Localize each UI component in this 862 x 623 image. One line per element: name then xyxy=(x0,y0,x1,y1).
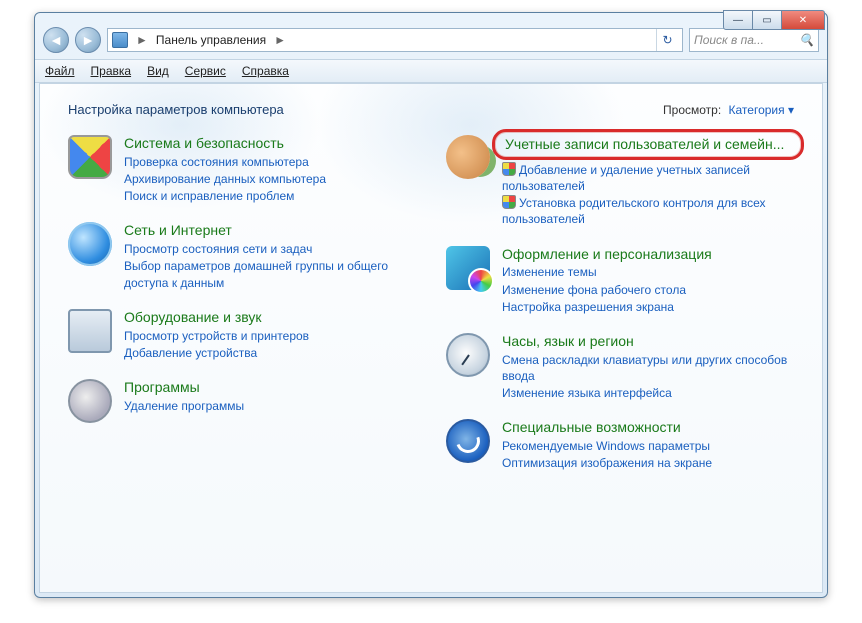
category-link[interactable]: Просмотр устройств и принтеров xyxy=(124,328,416,344)
clock-language-region-icon xyxy=(446,333,490,377)
close-button[interactable]: ✕ xyxy=(781,10,825,30)
category-link-label: Выбор параметров домашней группы и общег… xyxy=(124,259,388,289)
category-network-internet: Сеть и Интернет Просмотр состояния сети и… xyxy=(68,222,416,290)
category-ease-of-access: Специальные возможности Рекомендуемые Win… xyxy=(446,419,794,471)
minimize-button[interactable]: — xyxy=(723,10,753,30)
category-user-accounts: Учетные записи пользователей и семейн...… xyxy=(446,135,794,228)
category-clock-language-region: Часы, язык и регион Смена раскладки клави… xyxy=(446,333,794,401)
content-area: Настройка параметров компьютера Просмотр… xyxy=(39,83,823,593)
menu-help[interactable]: Справка xyxy=(242,64,289,78)
category-link[interactable]: Смена раскладки клавиатуры или других сп… xyxy=(502,352,794,384)
category-link-label: Изменение фона рабочего стола xyxy=(502,283,686,297)
breadcrumb[interactable]: Панель управления xyxy=(156,33,266,47)
chevron-down-icon: ▾ xyxy=(788,103,794,117)
category-link[interactable]: Рекомендуемые Windows параметры xyxy=(502,438,794,454)
category-title-user-accounts[interactable]: Учетные записи пользователей и семейн... xyxy=(505,136,791,153)
uac-shield-icon xyxy=(502,162,516,176)
category-link-label: Проверка состояния компьютера xyxy=(124,155,309,169)
category-title-hardware-sound[interactable]: Оборудование и звук xyxy=(124,309,416,326)
menu-edit[interactable]: Правка xyxy=(91,64,132,78)
category-hardware-sound: Оборудование и звук Просмотр устройств и … xyxy=(68,309,416,361)
category-link-label: Архивирование данных компьютера xyxy=(124,172,326,186)
category-link[interactable]: Изменение фона рабочего стола xyxy=(502,282,794,298)
back-button[interactable]: ◄ xyxy=(43,27,69,53)
category-link-label: Просмотр состояния сети и задач xyxy=(124,242,312,256)
category-programs: Программы Удаление программы xyxy=(68,379,416,423)
category-link[interactable]: Архивирование данных компьютера xyxy=(124,171,416,187)
category-link-label: Изменение языка интерфейса xyxy=(502,386,672,400)
category-link[interactable]: Изменение языка интерфейса xyxy=(502,385,794,401)
category-link-label: Удаление программы xyxy=(124,399,244,413)
menu-tools[interactable]: Сервис xyxy=(185,64,226,78)
window-buttons: — ▭ ✕ xyxy=(724,10,825,30)
titlebar[interactable] xyxy=(35,13,827,23)
category-system-security: Система и безопасность Проверка состояния… xyxy=(68,135,416,204)
programs-icon xyxy=(68,379,112,423)
category-link-label: Рекомендуемые Windows параметры xyxy=(502,439,710,453)
appearance-personalization-icon xyxy=(446,246,490,290)
category-column-right: Учетные записи пользователей и семейн...… xyxy=(446,135,794,471)
category-title-system-security[interactable]: Система и безопасность xyxy=(124,135,416,152)
category-title-network-internet[interactable]: Сеть и Интернет xyxy=(124,222,416,239)
menu-bar: Файл Правка Вид Сервис Справка xyxy=(35,59,827,83)
category-link-label: Смена раскладки клавиатуры или других сп… xyxy=(502,353,787,383)
ease-of-access-icon xyxy=(446,419,490,463)
nav-row: ◄ ► ► Панель управления ► ↻ Поиск в па..… xyxy=(35,23,827,59)
category-column-left: Система и безопасность Проверка состояния… xyxy=(68,135,416,471)
category-title-ease-of-access[interactable]: Специальные возможности xyxy=(502,419,794,436)
menu-view[interactable]: Вид xyxy=(147,64,169,78)
category-title-appearance-personalization[interactable]: Оформление и персонализация xyxy=(502,246,794,263)
category-link[interactable]: Оптимизация изображения на экране xyxy=(502,455,794,471)
view-by-dropdown[interactable]: Категория ▾ xyxy=(729,103,794,117)
forward-button[interactable]: ► xyxy=(75,27,101,53)
menu-file[interactable]: Файл xyxy=(45,64,75,78)
category-title-programs[interactable]: Программы xyxy=(124,379,416,396)
maximize-button[interactable]: ▭ xyxy=(752,10,782,30)
category-link-label: Изменение темы xyxy=(502,265,597,279)
category-link[interactable]: Изменение темы xyxy=(502,264,794,280)
category-link[interactable]: Добавление и удаление учетных записей по… xyxy=(502,162,794,194)
search-placeholder: Поиск в па... xyxy=(694,33,764,47)
hardware-sound-icon xyxy=(68,309,112,353)
category-link-label: Оптимизация изображения на экране xyxy=(502,456,712,470)
highlight-user-accounts: Учетные записи пользователей и семейн... xyxy=(492,129,804,160)
search-input[interactable]: Поиск в па... 🔍 xyxy=(689,28,819,52)
page-title: Настройка параметров компьютера xyxy=(68,102,284,117)
category-link-label: Установка родительского контроля для все… xyxy=(502,196,766,226)
category-link[interactable]: Добавление устройства xyxy=(124,345,416,361)
category-link[interactable]: Поиск и исправление проблем xyxy=(124,188,416,204)
breadcrumb-sep-icon[interactable]: ► xyxy=(274,33,286,47)
category-link-label: Просмотр устройств и принтеров xyxy=(124,329,309,343)
category-link[interactable]: Просмотр состояния сети и задач xyxy=(124,241,416,257)
control-panel-window: — ▭ ✕ ◄ ► ► Панель управления ► ↻ Поиск … xyxy=(34,12,828,598)
user-accounts-icon xyxy=(446,135,490,179)
category-link[interactable]: Проверка состояния компьютера xyxy=(124,154,416,170)
uac-shield-icon xyxy=(502,195,516,209)
search-icon[interactable]: 🔍 xyxy=(799,33,814,47)
network-internet-icon xyxy=(68,222,112,266)
category-link-label: Поиск и исправление проблем xyxy=(124,189,294,203)
category-link[interactable]: Удаление программы xyxy=(124,398,416,414)
view-by-label: Просмотр: xyxy=(663,103,721,117)
category-title-clock-language-region[interactable]: Часы, язык и регион xyxy=(502,333,794,350)
address-bar[interactable]: ► Панель управления ► ↻ xyxy=(107,28,683,52)
breadcrumb-sep-icon: ► xyxy=(136,33,148,47)
view-by: Просмотр: Категория ▾ xyxy=(663,103,794,117)
category-link-label: Настройка разрешения экрана xyxy=(502,300,674,314)
category-link[interactable]: Настройка разрешения экрана xyxy=(502,299,794,315)
category-link[interactable]: Выбор параметров домашней группы и общег… xyxy=(124,258,416,290)
category-link[interactable]: Установка родительского контроля для все… xyxy=(502,195,794,227)
control-panel-icon xyxy=(112,32,128,48)
refresh-button[interactable]: ↻ xyxy=(656,29,678,51)
system-security-icon xyxy=(68,135,112,179)
category-appearance-personalization: Оформление и персонализация Изменение тем… xyxy=(446,246,794,315)
category-link-label: Добавление устройства xyxy=(124,346,257,360)
category-link-label: Добавление и удаление учетных записей по… xyxy=(502,163,750,193)
